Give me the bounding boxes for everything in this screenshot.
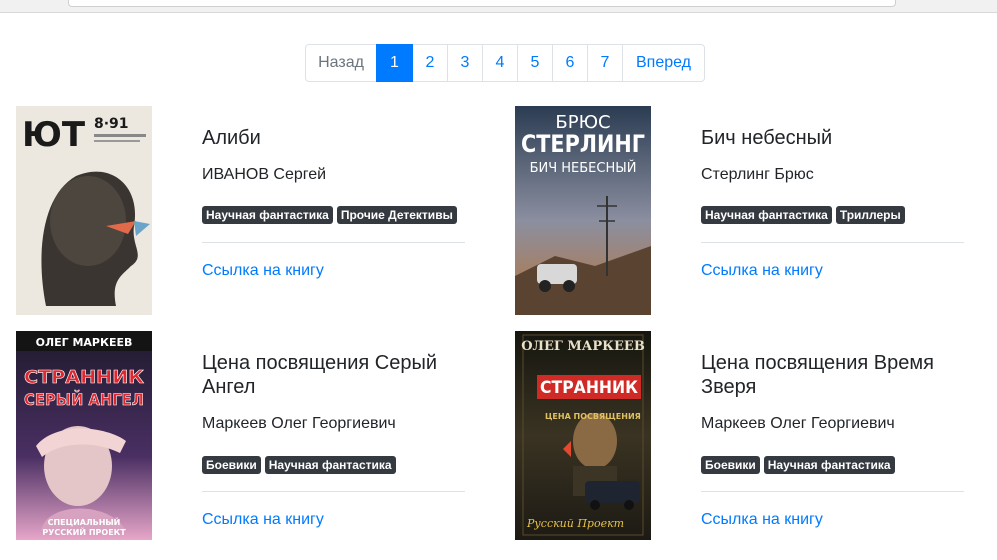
pagination: Назад 1 2 3 4 5 6 7 Вперед: [305, 44, 705, 82]
genre-badge: Боевики: [701, 456, 760, 474]
book-card-bich-nebesny: БРЮС СТЕРЛИНГ БИЧ НЕБЕСНЫЙ Бич небесный …: [515, 106, 980, 316]
book-author: Маркеев Олег Георгиевич: [701, 415, 895, 432]
svg-text:РУССКИЙ ПРОЕКТ: РУССКИЙ ПРОЕКТ: [42, 526, 126, 537]
book-title: Алиби: [202, 127, 261, 149]
svg-text:Русский Проект: Русский Проект: [526, 517, 624, 530]
book-card-sery-angel: ОЛЕГ МАРКЕЕВ СТРАННИК СЕРЫЙ АНГЕЛ СПЕЦИА…: [16, 331, 481, 541]
book-author: ИВАНОВ Сергей: [202, 166, 327, 183]
svg-text:8·91: 8·91: [94, 116, 129, 132]
divider: [701, 242, 964, 243]
book-cover-image[interactable]: БРЮС СТЕРЛИНГ БИЧ НЕБЕСНЫЙ: [515, 106, 651, 315]
book-link[interactable]: Ссылка на книгу: [701, 262, 823, 280]
svg-text:ОЛЕГ МАРКЕЕВ: ОЛЕГ МАРКЕЕВ: [36, 336, 133, 349]
book-cover-image[interactable]: ОЛЕГ МАРКЕЕВ СТРАННИК ЦЕНА ПОСВЯЩЕНИЯ Ру…: [515, 331, 651, 540]
book-author: Стерлинг Брюс: [701, 166, 814, 183]
book-tags: Научная фантастика Прочие Детективы: [202, 206, 457, 224]
book-title: Бич небесный: [701, 127, 833, 149]
svg-text:ЮТ: ЮТ: [22, 115, 86, 155]
page-3-button[interactable]: 3: [447, 44, 483, 82]
divider: [202, 491, 465, 492]
prev-page-button[interactable]: Назад: [305, 44, 377, 82]
svg-text:ОЛЕГ МАРКЕЕВ: ОЛЕГ МАРКЕЕВ: [521, 339, 645, 354]
svg-text:БИЧ НЕБЕСНЫЙ: БИЧ НЕБЕСНЫЙ: [530, 160, 637, 176]
divider: [701, 491, 964, 492]
genre-badge: Триллеры: [835, 206, 905, 224]
svg-text:СТЕРЛИНГ: СТЕРЛИНГ: [521, 130, 645, 158]
book-link[interactable]: Ссылка на книгу: [701, 511, 823, 529]
page-5-button[interactable]: 5: [517, 44, 553, 82]
search-box-edge[interactable]: [68, 0, 896, 7]
svg-text:СЕРЫЙ АНГЕЛ: СЕРЫЙ АНГЕЛ: [24, 390, 144, 409]
book-tags: Боевики Научная фантастика: [701, 456, 895, 474]
svg-text:СПЕЦИАЛЬНЫЙ: СПЕЦИАЛЬНЫЙ: [48, 516, 121, 527]
book-title: Цена посвящения Серый Ангел: [202, 352, 438, 398]
genre-badge: Прочие Детективы: [336, 206, 457, 224]
svg-text:ЦЕНА ПОСВЯЩЕНИЯ: ЦЕНА ПОСВЯЩЕНИЯ: [545, 412, 641, 421]
book-tags: Боевики Научная фантастика: [202, 456, 396, 474]
genre-badge: Научная фантастика: [763, 456, 895, 474]
book-link[interactable]: Ссылка на книгу: [202, 262, 324, 280]
book-title: Цена посвящения Время Зверя: [701, 352, 934, 398]
genre-badge: Научная фантастика: [701, 206, 832, 224]
book-card-vremya-zverya: ОЛЕГ МАРКЕЕВ СТРАННИК ЦЕНА ПОСВЯЩЕНИЯ Ру…: [515, 331, 980, 541]
page-7-button[interactable]: 7: [587, 44, 623, 82]
book-cover-image[interactable]: ОЛЕГ МАРКЕЕВ СТРАННИК СЕРЫЙ АНГЕЛ СПЕЦИА…: [16, 331, 152, 540]
svg-text:СТРАННИК: СТРАННИК: [24, 367, 144, 388]
book-tags: Научная фантастика Триллеры: [701, 206, 905, 224]
genre-badge: Боевики: [202, 456, 261, 474]
book-author: Маркеев Олег Георгиевич: [202, 415, 396, 432]
page-6-button[interactable]: 6: [552, 44, 588, 82]
next-page-button[interactable]: Вперед: [622, 44, 705, 82]
svg-text:СТРАННИК: СТРАННИК: [540, 378, 638, 398]
book-card-alibi: ЮТ 8·91 Алиби ИВАНОВ Сергей Научная фант…: [16, 106, 481, 316]
page-4-button[interactable]: 4: [482, 44, 518, 82]
divider: [202, 242, 465, 243]
genre-badge: Научная фантастика: [264, 456, 396, 474]
page-2-button[interactable]: 2: [412, 44, 448, 82]
book-cover-image[interactable]: ЮТ 8·91: [16, 106, 152, 315]
book-link[interactable]: Ссылка на книгу: [202, 511, 324, 529]
page-1-button[interactable]: 1: [376, 44, 413, 82]
genre-badge: Научная фантастика: [202, 206, 333, 224]
